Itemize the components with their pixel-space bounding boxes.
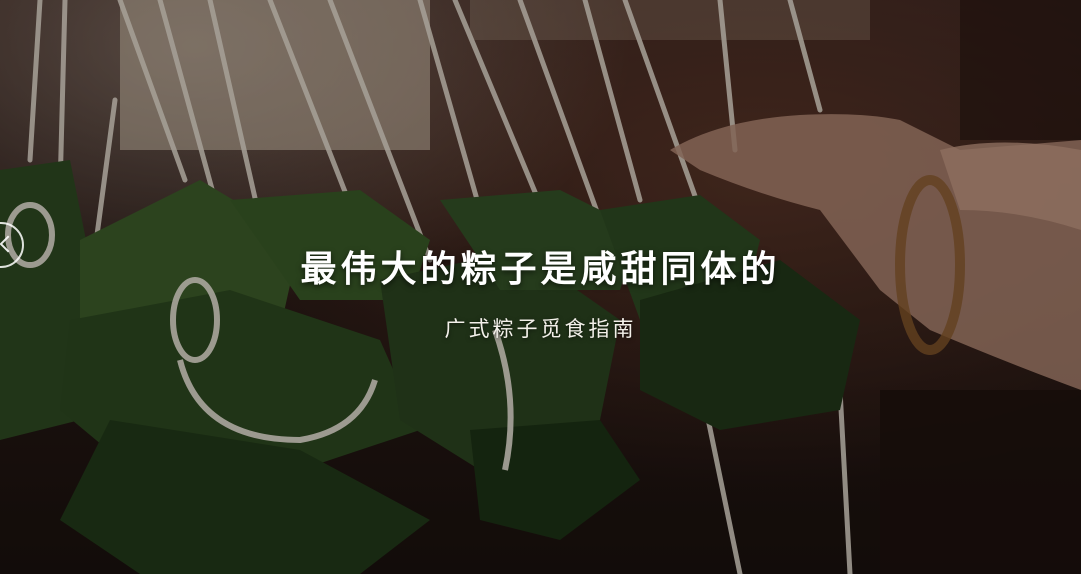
banner-headline: 最伟大的粽子是咸甜同体的 — [300, 249, 781, 290]
banner-subheadline: 广式粽子觅食指南 — [444, 317, 637, 341]
hero-banner[interactable]: 最伟大的粽子是咸甜同体的 广式粽子觅食指南 — [0, 0, 1081, 574]
